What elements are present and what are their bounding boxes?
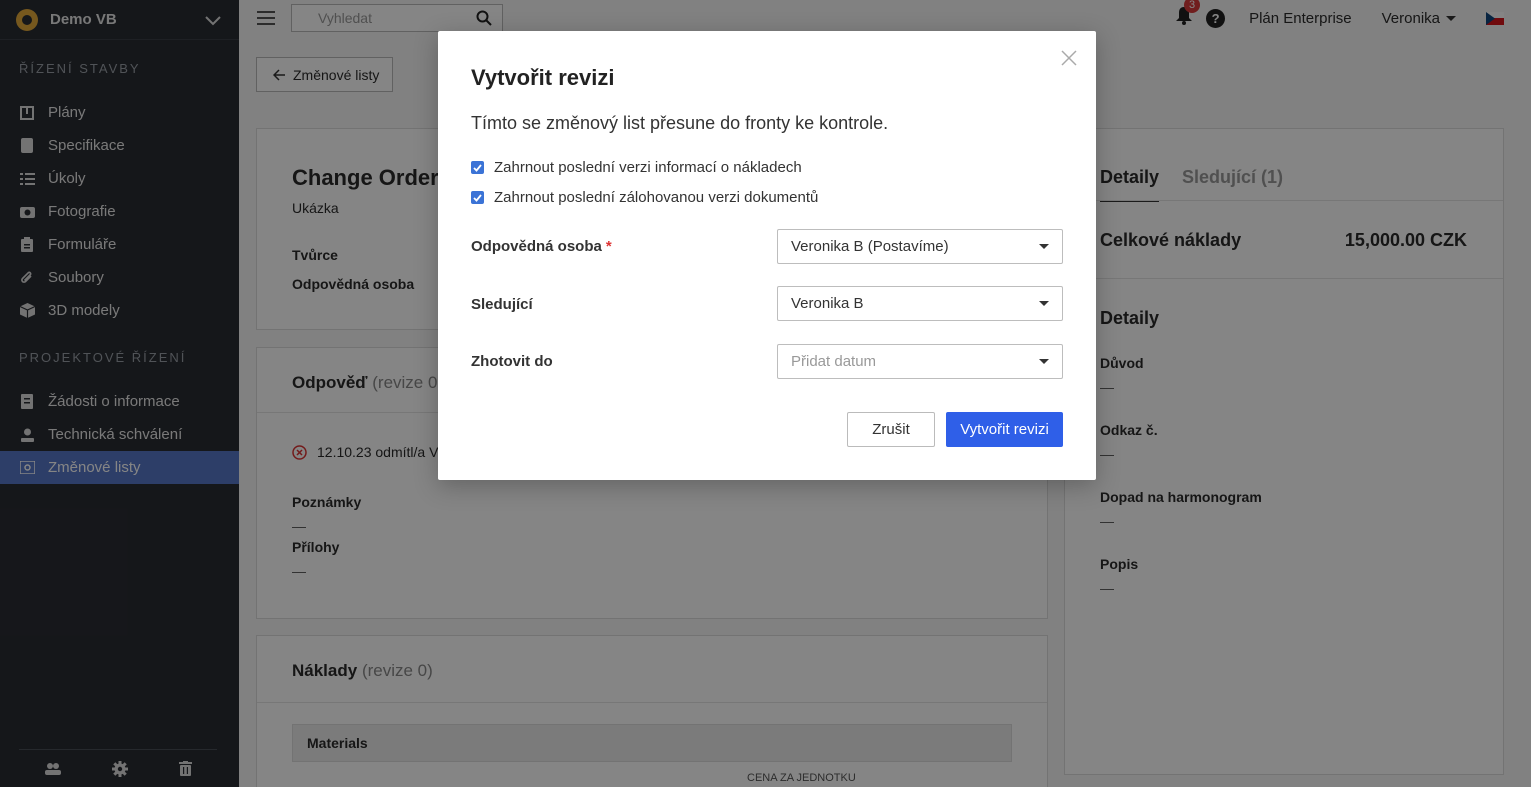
due-date-field-label: Zhotovit do bbox=[471, 353, 553, 370]
followers-field-label: Sledující bbox=[471, 296, 533, 313]
include-cost-label: Zahrnout poslední verzi informací o nákl… bbox=[494, 159, 802, 176]
cancel-button[interactable]: Zrušit bbox=[847, 412, 935, 447]
include-docs-checkbox[interactable] bbox=[471, 191, 484, 204]
responsible-field-label: Odpovědná osoba * bbox=[471, 238, 612, 255]
include-cost-checkbox[interactable] bbox=[471, 161, 484, 174]
followers-select[interactable]: Veronika B bbox=[777, 286, 1063, 321]
include-docs-label: Zahrnout poslední zálohovanou verzi doku… bbox=[494, 189, 819, 206]
create-revision-dialog: Vytvořit revizi Tímto se změnový list př… bbox=[438, 31, 1096, 480]
due-date-placeholder: Přidat datum bbox=[791, 353, 877, 370]
dialog-description: Tímto se změnový list přesune do fronty … bbox=[471, 113, 889, 133]
responsible-select[interactable]: Veronika B (Postavíme) bbox=[777, 229, 1063, 264]
create-revision-button[interactable]: Vytvořit revizi bbox=[946, 412, 1063, 447]
include-docs-checkbox-row[interactable]: Zahrnout poslední zálohovanou verzi doku… bbox=[471, 189, 818, 206]
caret-down-icon bbox=[1039, 301, 1049, 306]
caret-down-icon bbox=[1039, 244, 1049, 249]
include-cost-checkbox-row[interactable]: Zahrnout poslední verzi informací o nákl… bbox=[471, 159, 802, 176]
required-asterisk: * bbox=[605, 238, 612, 255]
dialog-title: Vytvořit revizi bbox=[471, 65, 615, 90]
responsible-select-value: Veronika B (Postavíme) bbox=[791, 238, 949, 255]
caret-down-icon bbox=[1039, 359, 1049, 364]
followers-select-value: Veronika B bbox=[791, 295, 864, 312]
responsible-field-text: Odpovědná osoba bbox=[471, 238, 602, 255]
close-icon[interactable] bbox=[1060, 49, 1078, 67]
due-date-select[interactable]: Přidat datum bbox=[777, 344, 1063, 379]
